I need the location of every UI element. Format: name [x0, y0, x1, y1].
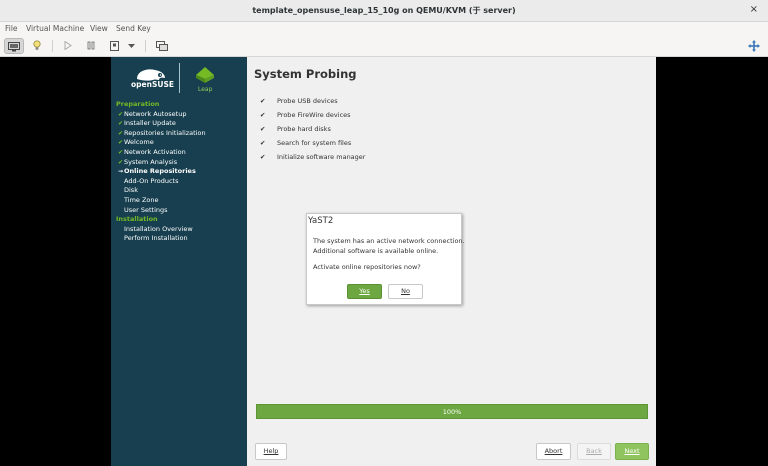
yes-button[interactable]: Yes [347, 284, 382, 299]
lightbulb-icon[interactable] [27, 38, 47, 54]
logo-area: openSUSE Leap [111, 57, 247, 97]
step-label: Installer Update [124, 119, 176, 128]
step-label: Network Autosetup [124, 109, 187, 118]
dialog-message-line: The system has an active network connect… [313, 237, 465, 245]
menu-view[interactable]: View [90, 24, 108, 33]
window-title: template_opensuse_leap_15_10g on QEMU/KV… [252, 6, 516, 15]
window-titlebar: template_opensuse_leap_15_10g on QEMU/KV… [0, 0, 768, 22]
step-time-zone: Time Zone [124, 195, 159, 204]
snapshot-icon[interactable] [152, 38, 172, 54]
dialog-question: Activate online repositories now? [313, 263, 421, 271]
yast2-dialog: YaST2 The system has an active network c… [306, 213, 465, 305]
leap-logo-icon [196, 67, 214, 83]
step-label: System Analysis [124, 157, 178, 166]
fullscreen-icon[interactable] [744, 38, 764, 54]
section-header-installation: Installation [116, 215, 158, 224]
probe-label: Initialize software manager [277, 153, 366, 161]
abort-button[interactable]: Abort [536, 443, 571, 460]
progress-bar: 100% [256, 404, 648, 419]
back-button[interactable]: Back [577, 443, 611, 460]
check-icon: ✔ [260, 153, 266, 161]
installation-steps: Preparation ✔Network Autosetup ✔Installe… [116, 100, 206, 244]
dropdown-icon[interactable] [124, 38, 138, 54]
check-icon: ✔ [260, 111, 266, 119]
menu-send-key[interactable]: Send Key [116, 24, 151, 33]
menu-virtual-machine[interactable]: Virtual Machine [26, 24, 84, 33]
progress-label: 100% [442, 408, 462, 416]
probe-label: Probe hard disks [277, 125, 331, 133]
probe-item: ✔ Probe USB devices [260, 97, 365, 111]
brand-wordmark: openSUSE [131, 80, 174, 89]
step-label: Welcome [124, 138, 154, 147]
help-button-label: Help [263, 447, 279, 455]
check-icon: ✔ [260, 97, 266, 105]
probe-list: ✔ Probe USB devices ✔ Probe FireWire devic… [260, 97, 365, 167]
page-title: System Probing [254, 67, 357, 81]
check-icon: ✔ [260, 125, 266, 133]
step-label: Network Activation [124, 147, 186, 156]
step-network-activation: ✔Network Activation [116, 148, 206, 158]
abort-button-label: Abort [544, 447, 563, 455]
step-installer-update: ✔Installer Update [116, 119, 206, 129]
probe-label: Search for system files [277, 139, 352, 147]
play-icon[interactable] [58, 38, 78, 54]
step-perform-installation: Perform Installation [124, 234, 188, 243]
next-button-label: Next [624, 447, 640, 455]
step-repositories-initialization: ✔Repositories Initialization [116, 129, 206, 139]
step-label: Online Repositories [124, 167, 196, 176]
probe-item: ✔ Initialize software manager [260, 153, 365, 167]
dialog-message-line: Additional software is available online. [313, 247, 439, 255]
step-installation-overview: Installation Overview [124, 224, 193, 233]
step-system-analysis: ✔System Analysis [116, 158, 206, 168]
dialog-title: YaST2 [308, 216, 334, 226]
menubar: File Virtual Machine View Send Key [0, 22, 768, 36]
next-button[interactable]: Next [615, 443, 649, 460]
probe-label: Probe FireWire devices [277, 111, 351, 119]
power-icon[interactable] [104, 38, 124, 54]
toolbar-separator [145, 40, 146, 52]
help-button[interactable]: Help [255, 443, 287, 460]
back-button-label: Back [586, 447, 602, 455]
logo-divider [179, 63, 180, 93]
probe-label: Probe USB devices [277, 97, 338, 105]
step-add-on-products: Add-On Products [124, 176, 179, 185]
probe-item: ✔ Probe hard disks [260, 125, 365, 139]
probe-item: ✔ Probe FireWire devices [260, 111, 365, 125]
step-disk: Disk [124, 186, 138, 195]
check-icon: ✔ [260, 139, 266, 147]
pause-icon[interactable] [81, 38, 101, 54]
step-user-settings: User Settings [124, 205, 168, 214]
toolbar [0, 36, 768, 57]
toolbar-separator [52, 40, 53, 52]
console-icon[interactable] [4, 38, 24, 54]
step-label: Repositories Initialization [124, 128, 206, 137]
no-button-label: No [401, 287, 410, 295]
close-icon[interactable]: × [750, 4, 758, 15]
probe-item: ✔ Search for system files [260, 139, 365, 153]
step-online-repositories: →Online Repositories [116, 167, 206, 177]
menu-file[interactable]: File [5, 24, 18, 33]
no-button[interactable]: No [388, 284, 423, 299]
step-network-autosetup: ✔Network Autosetup [116, 110, 206, 120]
step-welcome: ✔Welcome [116, 138, 206, 148]
yes-button-label: Yes [359, 287, 370, 295]
section-header-preparation: Preparation [116, 100, 160, 108]
product-name: Leap [198, 86, 213, 93]
installer-sidebar: openSUSE Leap Preparation ✔Network Autos… [111, 57, 247, 466]
dialog-message: The system has an active network connect… [313, 236, 465, 272]
